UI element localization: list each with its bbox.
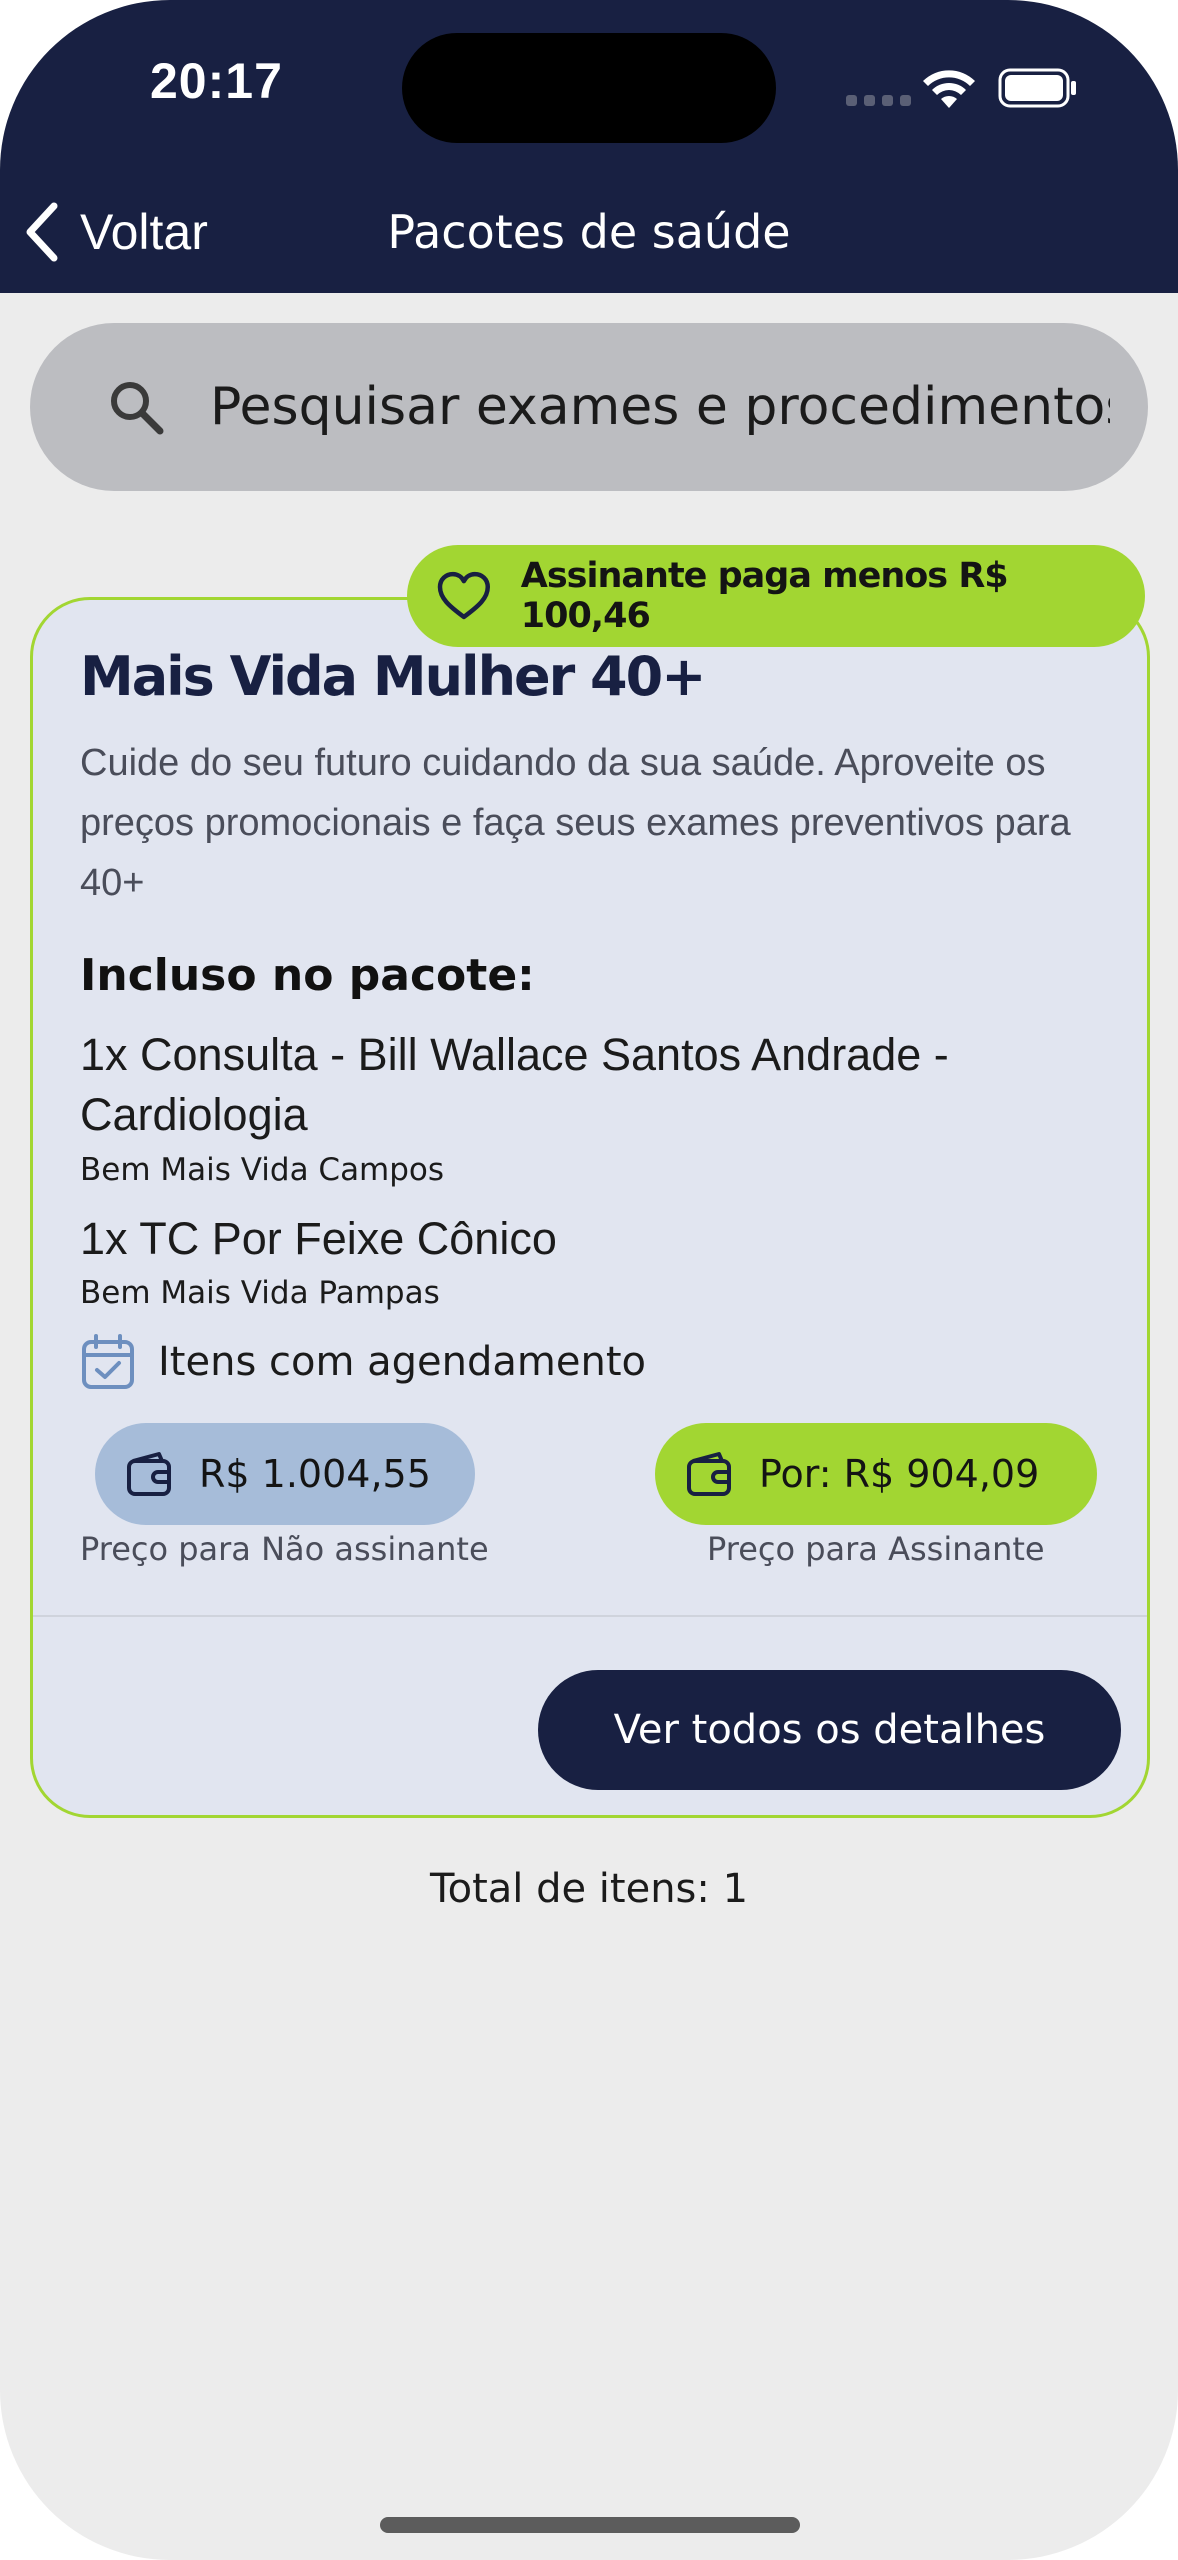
price-non-subscriber: R$ 1.004,55 bbox=[95, 1423, 475, 1525]
search-icon bbox=[111, 382, 164, 435]
home-indicator[interactable] bbox=[380, 2517, 800, 2533]
view-details-button[interactable]: Ver todos os detalhes bbox=[538, 1670, 1121, 1790]
wifi-icon bbox=[923, 70, 975, 108]
included-item-name: 1x TC Por Feixe Cônico bbox=[80, 1213, 557, 1264]
search-input[interactable] bbox=[210, 377, 1110, 437]
price-non-subscriber-caption: Preço para Não assinante bbox=[80, 1530, 489, 1568]
price-subscriber-caption: Preço para Assinante bbox=[707, 1530, 1045, 1568]
status-time: 20:17 bbox=[150, 53, 283, 109]
heart-icon bbox=[437, 571, 491, 620]
total-items: Total de itens: 1 bbox=[429, 1866, 749, 1912]
included-item-name: 1x Consulta - Bill Wallace Santos Andrad… bbox=[80, 1029, 949, 1140]
included-item-location: Bem Mais Vida Pampas bbox=[80, 1275, 440, 1311]
included-heading: Incluso no pacote: bbox=[80, 950, 535, 1001]
package-description: Cuide do seu futuro cuidando da sua saúd… bbox=[80, 742, 1071, 904]
price-subscriber: Por: R$ 904,09 bbox=[655, 1423, 1097, 1525]
wallet-icon bbox=[127, 1452, 171, 1496]
wallet-icon bbox=[687, 1452, 731, 1496]
included-item-location: Bem Mais Vida Campos bbox=[80, 1152, 445, 1188]
signal-icon bbox=[846, 95, 911, 106]
battery-icon bbox=[998, 68, 1076, 108]
schedule-text: Itens com agendamento bbox=[158, 1339, 646, 1385]
card-divider bbox=[33, 1615, 1147, 1617]
savings-badge: Assinante paga menos R$ 100,46 bbox=[407, 545, 1145, 647]
app-header: 20:17 Voltar Pacotes de saúde bbox=[0, 0, 1178, 293]
package-title: Mais Vida Mulher 40+ bbox=[80, 645, 706, 708]
price-subscriber-value: Por: R$ 904,09 bbox=[759, 1452, 1040, 1496]
savings-text: Assinante paga menos R$ 100,46 bbox=[520, 556, 1009, 636]
phone-screen: 20:17 Voltar Pacotes de saúde Pesquisar … bbox=[0, 0, 1178, 2560]
schedule-note: Itens com agendamento bbox=[80, 1333, 646, 1391]
dynamic-island bbox=[402, 33, 776, 143]
page-title: Pacotes de saúde bbox=[387, 205, 791, 259]
price-non-subscriber-value: R$ 1.004,55 bbox=[199, 1452, 431, 1496]
calendar-check-icon bbox=[82, 1334, 134, 1389]
search-bar[interactable] bbox=[30, 323, 1148, 491]
